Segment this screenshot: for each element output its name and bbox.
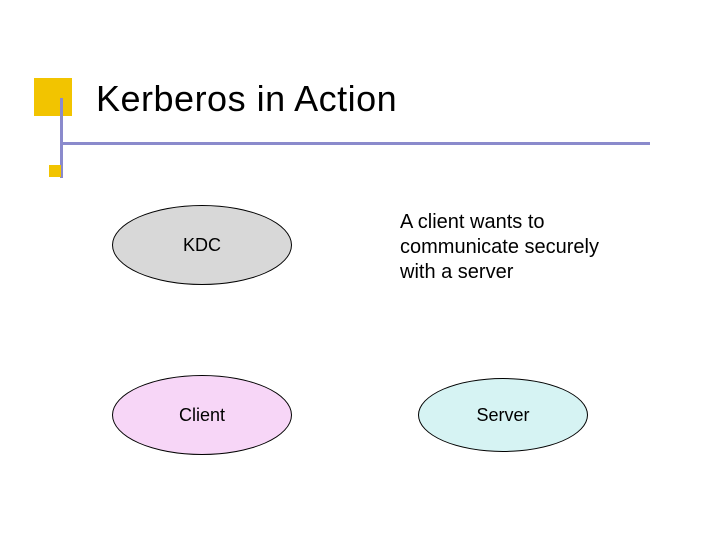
node-client: Client <box>112 375 292 455</box>
node-server: Server <box>418 378 588 452</box>
title-accent-square-small <box>49 165 61 177</box>
slide-title: Kerberos in Action <box>96 78 397 120</box>
caption-text: A client wants to communicate securely w… <box>400 210 630 285</box>
title-horizontal-rule <box>60 142 650 145</box>
node-kdc: KDC <box>112 205 292 285</box>
title-accent-square <box>34 78 72 116</box>
node-server-label: Server <box>476 405 529 426</box>
node-kdc-label: KDC <box>183 235 221 256</box>
node-client-label: Client <box>179 405 225 426</box>
